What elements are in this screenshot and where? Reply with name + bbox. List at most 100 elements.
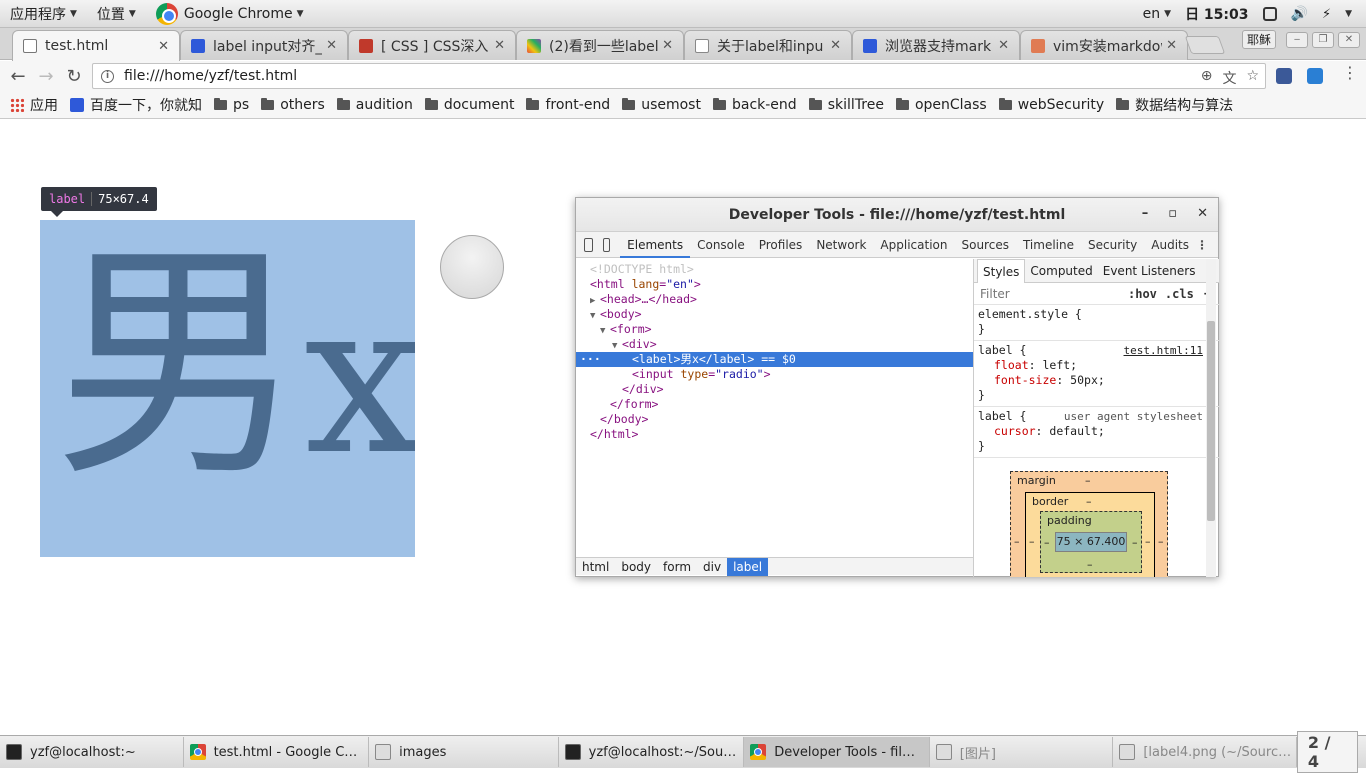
tab-vim-markdown[interactable]: vim安装markdow ✕ bbox=[1020, 30, 1188, 60]
extension-icon[interactable] bbox=[1276, 68, 1292, 84]
margin-left-value[interactable]: – bbox=[1014, 535, 1020, 548]
close-icon[interactable]: ✕ bbox=[158, 39, 169, 54]
bookmark-folder[interactable]: audition bbox=[336, 97, 413, 113]
crumb-div[interactable]: div bbox=[697, 558, 727, 576]
bookmark-baidu[interactable]: 百度一下，你就知 bbox=[70, 95, 202, 115]
filter-input[interactable] bbox=[980, 286, 1120, 301]
new-tab-button[interactable] bbox=[1184, 36, 1226, 54]
tab-css-deep[interactable]: [ CSS ] CSS深入 ✕ bbox=[348, 30, 516, 60]
bookmark-folder[interactable]: openClass bbox=[895, 97, 987, 113]
tab-security[interactable]: Security bbox=[1081, 232, 1144, 258]
forward-button[interactable]: → bbox=[32, 66, 60, 87]
task-images[interactable]: images bbox=[369, 737, 559, 767]
bookmark-folder[interactable]: usemost bbox=[622, 97, 701, 113]
bookmark-folder[interactable]: back-end bbox=[712, 97, 797, 113]
close-icon[interactable]: ✕ bbox=[1166, 38, 1177, 53]
task-label4-png[interactable]: [label4.png (~/Sourc… bbox=[1113, 737, 1297, 767]
close-window-button[interactable]: ✕ bbox=[1338, 31, 1360, 48]
dom-node[interactable]: </body> bbox=[576, 412, 973, 427]
address-bar[interactable]: i file:///home/yzf/test.html ⊕ 文 ☆ bbox=[92, 63, 1266, 89]
maximize-icon[interactable]: ▫ bbox=[1168, 206, 1177, 221]
dom-node[interactable]: ▼ <form> bbox=[576, 322, 973, 337]
tab-network[interactable]: Network bbox=[809, 232, 873, 258]
more-icon[interactable]: ⋮ bbox=[1196, 238, 1208, 252]
css-property[interactable]: font-size: 50px; bbox=[978, 373, 1213, 388]
margin-right-value[interactable]: – bbox=[1158, 535, 1164, 548]
padding-left-value[interactable]: – bbox=[1044, 536, 1050, 549]
rule-selector[interactable]: element.style { bbox=[978, 307, 1213, 322]
volume-icon[interactable]: 🔊 bbox=[1291, 6, 1308, 22]
tab-profiles[interactable]: Profiles bbox=[752, 232, 810, 258]
back-button[interactable]: ← bbox=[4, 66, 32, 87]
tab-computed[interactable]: Computed bbox=[1025, 259, 1097, 283]
tab-application[interactable]: Application bbox=[873, 232, 954, 258]
bookmark-folder[interactable]: others bbox=[261, 97, 325, 113]
padding-bottom-value[interactable]: – bbox=[1087, 558, 1093, 571]
extension-icon[interactable] bbox=[1307, 68, 1323, 84]
task-devtools[interactable]: Developer Tools - fil… bbox=[744, 737, 930, 767]
bookmark-apps[interactable]: 应用 bbox=[10, 95, 58, 115]
bookmark-folder[interactable]: front-end bbox=[526, 97, 610, 113]
task-chrome[interactable]: test.html - Google C… bbox=[184, 737, 370, 767]
cls-button[interactable]: .cls bbox=[1165, 287, 1194, 301]
tab-event-listeners[interactable]: Event Listeners bbox=[1098, 259, 1201, 283]
input-method-menu[interactable]: en ▼ bbox=[1143, 6, 1171, 22]
minimize-button[interactable]: ‒ bbox=[1286, 31, 1308, 48]
inspect-icon[interactable] bbox=[584, 237, 594, 252]
crumb-form[interactable]: form bbox=[657, 558, 697, 576]
dom-node[interactable]: <html lang="en"> bbox=[576, 277, 973, 292]
tab-styles[interactable]: Styles bbox=[977, 259, 1026, 283]
radio-input[interactable] bbox=[440, 235, 504, 299]
bookmark-folder[interactable]: webSecurity bbox=[998, 97, 1104, 113]
rule-source-link[interactable]: test.html:11 bbox=[1124, 343, 1203, 358]
close-icon[interactable]: ✕ bbox=[830, 38, 841, 53]
bookmark-folder[interactable]: skillTree bbox=[808, 97, 884, 113]
tab-timeline[interactable]: Timeline bbox=[1016, 232, 1081, 258]
system-menu-chevron-icon[interactable]: ▼ bbox=[1345, 9, 1352, 19]
clock[interactable]: 日 15:03 bbox=[1185, 4, 1248, 24]
maximize-button[interactable]: ❐ bbox=[1312, 31, 1334, 48]
bookmark-folder[interactable]: 数据结构与算法 bbox=[1116, 95, 1233, 115]
padding-right-value[interactable]: – bbox=[1132, 536, 1138, 549]
bookmark-folder[interactable]: document bbox=[424, 97, 514, 113]
border-right-value[interactable]: – bbox=[1145, 535, 1151, 548]
dom-node[interactable]: </html> bbox=[576, 427, 973, 442]
dom-node[interactable]: </div> bbox=[576, 382, 973, 397]
bookmark-folder[interactable]: ps bbox=[214, 97, 249, 113]
device-icon[interactable] bbox=[603, 237, 611, 252]
styles-scrollbar[interactable] bbox=[1206, 259, 1216, 577]
task-terminal-1[interactable]: yzf@localhost:~ bbox=[0, 737, 184, 767]
tab-browser-mark[interactable]: 浏览器支持mark ✕ bbox=[852, 30, 1020, 60]
dom-node[interactable]: ▶ <head>…</head> bbox=[576, 292, 973, 307]
crumb-html[interactable]: html bbox=[576, 558, 615, 576]
content-size[interactable]: 75 × 67.400 bbox=[1055, 532, 1127, 552]
reload-button[interactable]: ↻ bbox=[60, 66, 88, 87]
applications-menu[interactable]: 应用程序 ▼ bbox=[0, 4, 87, 24]
workspace-indicator[interactable]: 2 / 4 bbox=[1296, 731, 1359, 773]
border-top-value[interactable]: – bbox=[1086, 495, 1092, 508]
translate-icon[interactable]: 文 bbox=[1222, 68, 1236, 88]
task-image-viewer[interactable]: [图片] bbox=[930, 737, 1114, 767]
scrollbar-thumb[interactable] bbox=[1207, 321, 1215, 521]
task-terminal-2[interactable]: yzf@localhost:~/Sou… bbox=[559, 737, 745, 767]
zoom-icon[interactable]: ⊕ bbox=[1201, 68, 1213, 88]
border-left-value[interactable]: – bbox=[1029, 535, 1035, 548]
dom-node[interactable]: </form> bbox=[576, 397, 973, 412]
tab-sources[interactable]: Sources bbox=[954, 232, 1015, 258]
dom-node[interactable]: <input type="radio"> bbox=[576, 367, 973, 382]
crumb-label[interactable]: label bbox=[727, 557, 769, 576]
minimize-icon[interactable]: – bbox=[1142, 206, 1149, 221]
tab-about-label[interactable]: 关于label和inpu ✕ bbox=[684, 30, 852, 60]
tab-elements[interactable]: Elements bbox=[620, 232, 691, 258]
tab-audits[interactable]: Audits bbox=[1144, 232, 1196, 258]
active-app-menu[interactable]: Google Chrome ▼ bbox=[146, 2, 314, 25]
css-property[interactable]: float: left; bbox=[978, 358, 1213, 373]
dom-node-selected[interactable]: ··· <label>男x</label> == $0 bbox=[576, 352, 973, 367]
highlighted-label[interactable]: 男x bbox=[40, 220, 415, 557]
battery-icon[interactable]: ⚡ bbox=[1322, 7, 1331, 22]
close-icon[interactable]: ✕ bbox=[326, 38, 337, 53]
hov-button[interactable]: :hov bbox=[1128, 287, 1157, 301]
profile-chip[interactable]: 耶稣 bbox=[1241, 30, 1276, 49]
screen-icon[interactable] bbox=[1262, 7, 1277, 21]
dom-node[interactable]: <!DOCTYPE html> bbox=[576, 262, 973, 277]
